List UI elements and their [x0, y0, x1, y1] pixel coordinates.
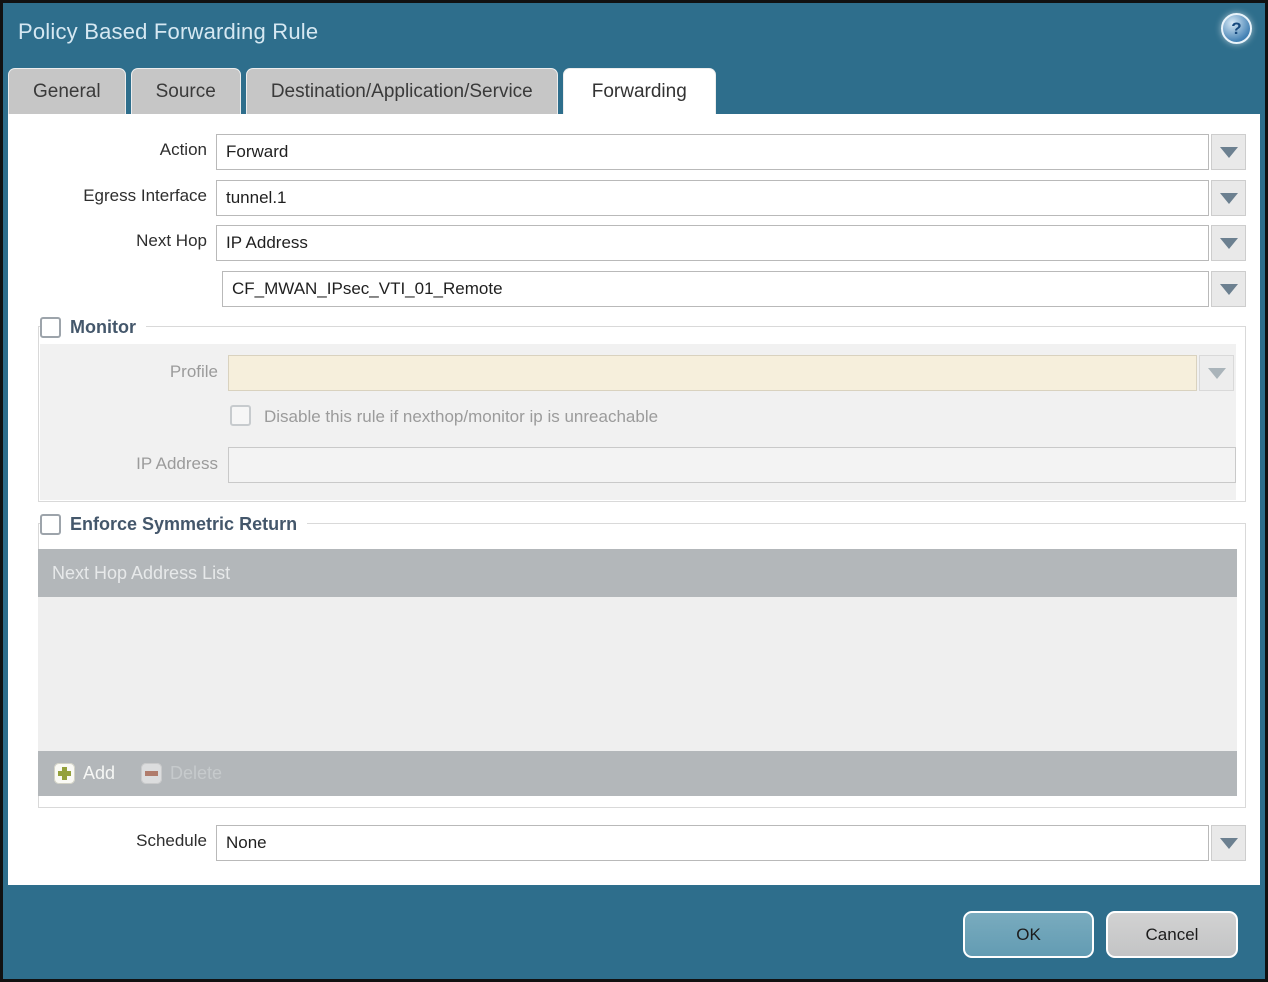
symmetric-return-title: Enforce Symmetric Return [70, 513, 298, 534]
ok-button-label: OK [1016, 924, 1041, 944]
next-hop-type-dropdown: IP Address [216, 225, 1246, 261]
title-bar: Policy Based Forwarding Rule ? [3, 3, 1265, 65]
egress-interface-dropdown-button[interactable] [1211, 180, 1246, 216]
next-hop-address-dropdown-button[interactable] [1211, 271, 1246, 307]
next-hop-address-list-toolbar: Add Delete [38, 751, 1237, 796]
egress-interface-dropdown: tunnel.1 [216, 180, 1246, 216]
tab-bar: General Source Destination/Application/S… [8, 68, 716, 114]
monitor-ip-address-input [228, 447, 1236, 483]
chevron-down-icon [1219, 837, 1238, 849]
chevron-down-icon [1207, 367, 1226, 379]
chevron-down-icon [1219, 146, 1238, 158]
egress-interface-label: Egress Interface [83, 186, 207, 205]
schedule-dropdown-button[interactable] [1211, 825, 1246, 861]
ok-button[interactable]: OK [963, 911, 1094, 958]
delete-button: Delete [141, 763, 222, 784]
monitor-legend: Monitor [40, 314, 146, 340]
next-hop-address-dropdown: CF_MWAN_IPsec_VTI_01_Remote [222, 271, 1246, 307]
chevron-down-icon [1219, 192, 1238, 204]
next-hop-label: Next Hop [136, 231, 207, 250]
help-icon[interactable]: ? [1221, 13, 1252, 44]
next-hop-address-list-body[interactable] [38, 597, 1237, 751]
delete-button-label: Delete [170, 763, 223, 783]
next-hop-type-value[interactable]: IP Address [216, 225, 1209, 261]
monitor-checkbox[interactable] [40, 316, 61, 338]
tab-source-label: Source [155, 80, 216, 102]
profile-dropdown [228, 355, 1234, 391]
pbf-rule-dialog: Policy Based Forwarding Rule ? General S… [3, 3, 1265, 979]
cancel-button-label: Cancel [1145, 924, 1199, 944]
egress-interface-value[interactable]: tunnel.1 [216, 180, 1209, 216]
tab-general-label: General [33, 80, 101, 102]
dialog-title: Policy Based Forwarding Rule [18, 19, 319, 44]
profile-label: Profile [169, 362, 218, 381]
tab-forwarding-label: Forwarding [591, 80, 687, 102]
profile-dropdown-button [1199, 355, 1234, 391]
tab-source[interactable]: Source [130, 68, 241, 114]
help-glyph: ? [1231, 18, 1242, 38]
symmetric-return-legend: Enforce Symmetric Return [40, 511, 308, 537]
monitor-ip-address-label: IP Address [136, 454, 218, 473]
schedule-value[interactable]: None [216, 825, 1209, 861]
profile-value [228, 355, 1197, 391]
plus-icon [54, 763, 75, 784]
tab-general[interactable]: General [8, 68, 126, 114]
chevron-down-icon [1219, 237, 1238, 249]
cancel-button[interactable]: Cancel [1106, 911, 1238, 958]
next-hop-address-list-header: Next Hop Address List [38, 549, 1237, 597]
next-hop-address-value[interactable]: CF_MWAN_IPsec_VTI_01_Remote [222, 271, 1209, 307]
tab-destination-application-service[interactable]: Destination/Application/Service [245, 68, 558, 114]
forwarding-tab-panel: Action Forward Egress Interface tunnel.1… [8, 114, 1260, 885]
disable-rule-checkbox [230, 405, 251, 426]
tab-destination-label: Destination/Application/Service [270, 80, 533, 102]
schedule-dropdown: None [216, 825, 1246, 861]
action-dropdown-button[interactable] [1211, 134, 1246, 170]
chevron-down-icon [1219, 283, 1238, 295]
action-value[interactable]: Forward [216, 134, 1209, 170]
next-hop-type-dropdown-button[interactable] [1211, 225, 1246, 261]
add-button[interactable]: Add [54, 763, 115, 784]
action-label: Action [159, 140, 207, 159]
disable-rule-label: Disable this rule if nexthop/monitor ip … [264, 407, 659, 426]
minus-icon [141, 763, 163, 784]
add-button-label: Add [83, 763, 116, 783]
symmetric-return-checkbox[interactable] [40, 513, 61, 535]
monitor-title: Monitor [70, 316, 136, 337]
schedule-label: Schedule [136, 831, 207, 850]
tab-forwarding[interactable]: Forwarding [562, 68, 716, 114]
action-dropdown: Forward [216, 134, 1246, 170]
